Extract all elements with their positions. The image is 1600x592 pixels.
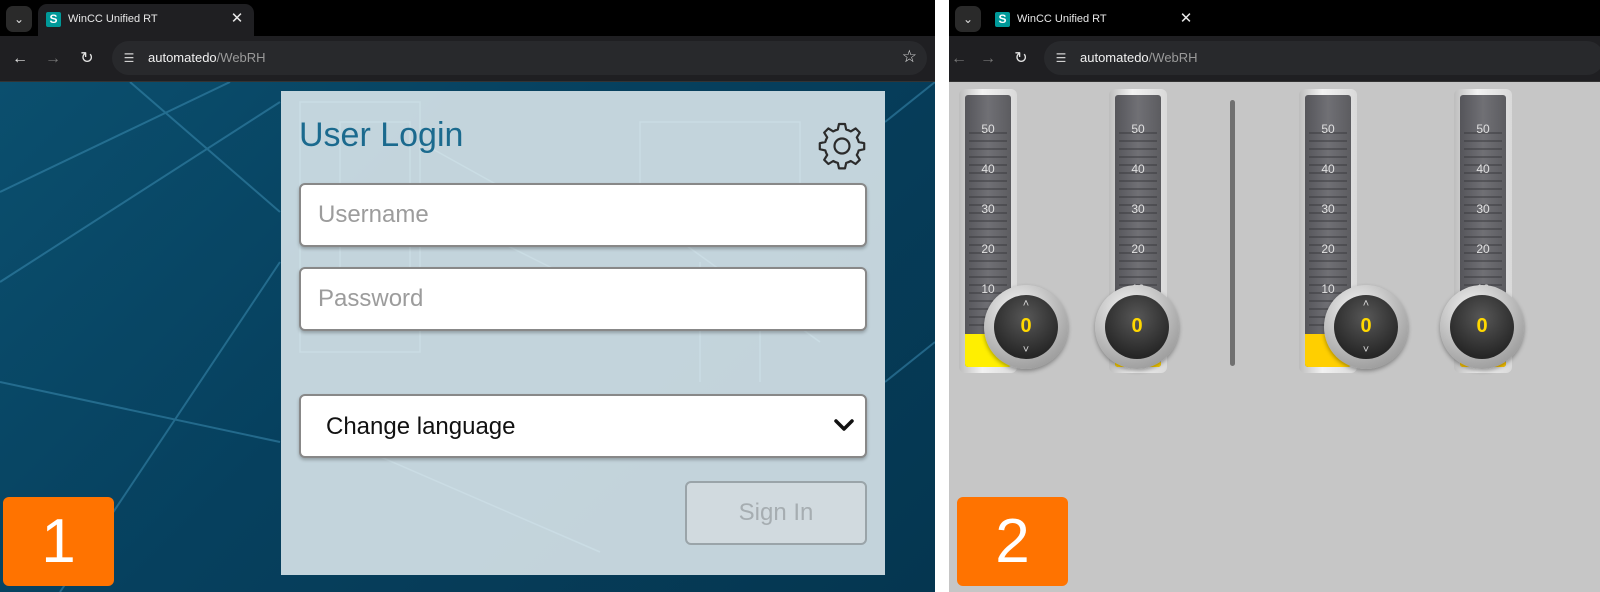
reload-icon[interactable]: ↻ (1009, 47, 1033, 71)
browser-toolbar: ← → ↻ ☰ automatedo/WebRH (949, 36, 1600, 82)
browser-toolbar: ← → ↻ ☰ automatedo/WebRH ☆ (0, 36, 935, 82)
back-icon[interactable]: ← (8, 47, 32, 71)
knob-value: 0 (1131, 315, 1143, 337)
browser-tab[interactable]: S WinCC Unified RT ✕ (38, 4, 254, 36)
gauge-tick-label: 30 (1321, 202, 1335, 216)
site-info-icon[interactable]: ☰ (121, 50, 137, 66)
site-info-icon[interactable]: ☰ (1053, 50, 1069, 66)
username-field[interactable] (299, 183, 867, 247)
gauge-tick-label: 50 (981, 122, 995, 136)
close-icon[interactable]: ✕ (228, 10, 246, 28)
knob-value: 0 (1476, 315, 1488, 337)
separator-bar (1230, 100, 1235, 366)
gauge-tick-label: 10 (1321, 282, 1335, 296)
tab-strip: ⌄ S WinCC Unified RT ✕ (949, 0, 1600, 36)
username-input[interactable] (301, 185, 865, 245)
value-knob[interactable]: ˄ ˅ 0 (984, 285, 1068, 369)
gauge-tick-label: 20 (1476, 242, 1490, 256)
chevron-up-icon[interactable]: ˄ (1334, 298, 1398, 310)
gauge-tick-label: 30 (1476, 202, 1490, 216)
value-knob[interactable]: ˄ ˅ 0 (1324, 285, 1408, 369)
language-select[interactable]: Change language (299, 394, 867, 458)
siemens-favicon-icon: S (46, 12, 61, 27)
login-dialog: User Login Change language Sign In (281, 91, 885, 575)
gauge-tick-label: 10 (981, 282, 995, 296)
chevron-up-icon[interactable]: ˄ (994, 298, 1058, 310)
gauge-tick-label: 40 (1476, 162, 1490, 176)
address-bar[interactable]: ☰ automatedo/WebRH (1044, 41, 1600, 75)
gauge-tick-label: 50 (1131, 122, 1145, 136)
back-icon[interactable]: ← (949, 47, 971, 71)
forward-icon[interactable]: → (41, 47, 65, 71)
step-badge: 1 (3, 497, 114, 586)
hmi-login-screen: User Login Change language Sign In (0, 82, 935, 592)
url-text: automatedo/WebRH (148, 50, 266, 65)
forward-icon[interactable]: → (976, 47, 1000, 71)
value-knob[interactable]: 0 (1095, 285, 1179, 369)
tab-title: WinCC Unified RT (68, 13, 158, 25)
reload-icon[interactable]: ↻ (75, 47, 99, 71)
knob-face: 0 (1450, 295, 1514, 359)
siemens-favicon-icon: S (995, 12, 1010, 27)
gauge-tick-label: 20 (1321, 242, 1335, 256)
url-path: /WebRH (216, 50, 266, 65)
chevron-down-icon (834, 419, 854, 431)
gauge-tick-label: 50 (1321, 122, 1335, 136)
knob-value: 0 (1020, 315, 1032, 337)
browser-tab[interactable]: S WinCC Unified RT ✕ (987, 4, 1203, 36)
close-icon[interactable]: ✕ (1177, 10, 1195, 28)
gear-icon[interactable] (817, 121, 867, 171)
url-text: automatedo/WebRH (1080, 50, 1198, 65)
url-host: automatedo (1080, 50, 1149, 65)
address-bar[interactable]: ☰ automatedo/WebRH ☆ (112, 41, 927, 75)
tab-title: WinCC Unified RT (1017, 13, 1107, 25)
language-select-label: Change language (326, 413, 516, 440)
gauge-tick-label: 30 (981, 202, 995, 216)
sign-in-button[interactable]: Sign In (685, 481, 867, 545)
step-badge: 2 (957, 497, 1068, 586)
gauge-tick-label: 20 (981, 242, 995, 256)
gauge-tick-label: 50 (1476, 122, 1490, 136)
url-path: /WebRH (1148, 50, 1198, 65)
value-knob[interactable]: 0 (1440, 285, 1524, 369)
star-icon[interactable]: ☆ (902, 47, 917, 67)
password-input[interactable] (301, 269, 865, 329)
tab-strip: ⌄ S WinCC Unified RT ✕ (0, 0, 935, 36)
gauge-tick-label: 40 (1131, 162, 1145, 176)
browser-window-gauges: ⌄ S WinCC Unified RT ✕ ← → ↻ ☰ automated… (949, 0, 1600, 592)
browser-window-login: ⌄ S WinCC Unified RT ✕ ← → ↻ ☰ automated… (0, 0, 935, 592)
gauge-tick-label: 40 (981, 162, 995, 176)
chevron-down-icon[interactable]: ˅ (1334, 344, 1398, 356)
chevron-down-icon[interactable]: ˅ (994, 344, 1058, 356)
knob-face: 0 (1105, 295, 1169, 359)
chevron-down-icon[interactable]: ⌄ (955, 6, 981, 32)
password-field[interactable] (299, 267, 867, 331)
knob-value: 0 (1360, 315, 1372, 337)
gauge-tick-label: 40 (1321, 162, 1335, 176)
gauge-tick-label: 30 (1131, 202, 1145, 216)
gauge-tick-label: 20 (1131, 242, 1145, 256)
chevron-down-icon[interactable]: ⌄ (6, 6, 32, 32)
knob-face: ˄ ˅ 0 (994, 295, 1058, 359)
knob-face: ˄ ˅ 0 (1334, 295, 1398, 359)
page-title: User Login (299, 116, 464, 154)
hmi-gauge-screen: 2 5040302010˄˅0504030201005040302010˄˅05… (949, 82, 1600, 592)
url-host: automatedo (148, 50, 217, 65)
